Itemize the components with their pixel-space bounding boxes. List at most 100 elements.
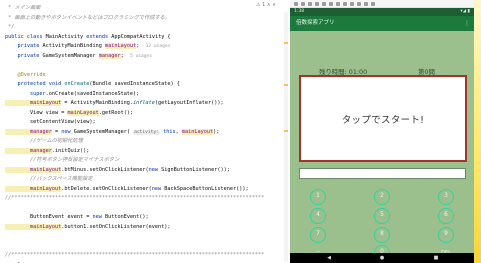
code-line: //**************************************… [5, 251, 264, 260]
code-token: onCreate [64, 81, 90, 87]
code-token: new [61, 128, 74, 135]
code-token: .getRoot(); [98, 109, 134, 116]
code-token: //**************************************… [5, 252, 265, 258]
key-5[interactable]: 5 [374, 208, 390, 224]
emulator-toolbar-icon[interactable] [301, 2, 305, 6]
code-token: this [159, 128, 176, 135]
game-area: 残り時間: 01:00 第0問 タップでスタート! 1 2 3 4 5 6 7 … [290, 31, 474, 261]
code-token: mainLayout [181, 128, 214, 135]
code-token: mainLayout [5, 223, 62, 230]
code-token: (getLayoutInflater()); [154, 100, 224, 106]
app-bar: 倍数探索アプリ ⋮ [290, 16, 474, 31]
code-line: mainLayout = ActivityMainBinding.inflate… [5, 99, 224, 108]
code-token: mainLayout [5, 185, 62, 192]
code-token: BackSpaceButtonListener()); [164, 185, 249, 192]
key-1[interactable]: 1 [310, 189, 326, 205]
emulator-toolbar-icon[interactable] [294, 2, 298, 6]
key-8[interactable]: 8 [374, 227, 390, 243]
scroll-marker [284, 130, 288, 132]
signal-battery-icon: ▾◢ ▮ [460, 9, 470, 14]
code-token: new [92, 214, 105, 220]
home-icon[interactable]: ● [376, 253, 388, 263]
scroll-marker [284, 84, 288, 86]
code-token: GameSystemManager [42, 52, 99, 59]
code-line: mainLayout.button1.setOnClickListener(ev… [5, 223, 171, 232]
emulator-toolbar-icon[interactable] [350, 2, 354, 6]
status-bar: 1:38 ▾◢ ▮ [290, 8, 474, 16]
code-token: manager [98, 52, 121, 59]
emulator-toolbar [290, 0, 481, 8]
code-token: 5 usages [129, 53, 153, 59]
code-token: // [5, 157, 37, 163]
code-line: */ [5, 23, 14, 32]
code-line: private GameSystemManager manager; 5 usa… [5, 52, 152, 61]
emulator-toolbar-icon[interactable] [357, 2, 361, 6]
code-line: * 画面上の動きやボタンイベントなどはプログラミングで作成する。 [5, 14, 170, 23]
emulator-toolbar-icon[interactable] [336, 2, 340, 6]
key-9[interactable]: 9 [438, 227, 454, 243]
code-token: ; [136, 43, 146, 49]
code-token: AppCompatActivity { [111, 33, 171, 40]
code-token: .btMinus.setOnClickListener( [61, 166, 149, 173]
key-2[interactable]: 2 [374, 189, 390, 205]
code-token: .initQuiz(); [51, 147, 90, 154]
phone-screen: 1:38 ▾◢ ▮ 倍数探索アプリ ⋮ 残り時間: 01:00 第0問 タップで… [290, 8, 474, 263]
code-line: * メイン画面 [5, 4, 40, 13]
code-token: activity: [133, 129, 160, 135]
code-line: mainLayout.btMinus.setOnClickListener(ne… [5, 166, 230, 175]
code-token: inflate [133, 100, 155, 106]
status-time: 1:38 [294, 9, 305, 14]
code-token: .button1.setOnClickListener(event); [61, 223, 171, 230]
code-token: public class [5, 33, 46, 40]
emulator-toolbar-icon[interactable] [343, 2, 347, 6]
start-prompt: タップでスタート! [341, 114, 425, 126]
start-panel[interactable]: タップでスタート! [299, 75, 467, 162]
emulator-toolbar-icon[interactable] [322, 2, 326, 6]
code-editor[interactable]: * メイン画面 * 画面上の動きやボタンイベントなどはプログラミングで作成する。… [0, 0, 290, 263]
code-token: manager [5, 147, 52, 154]
code-line: View view = mainLayout.getRoot(); [5, 109, 133, 118]
code-token: * [5, 5, 15, 11]
code-token: new [151, 185, 165, 192]
code-token: 画面上の動きやボタンイベントなどはプログラミングで作成する。 [14, 14, 171, 21]
app-title: 倍数探索アプリ [296, 20, 335, 26]
recents-icon[interactable]: ■ [430, 253, 442, 263]
overflow-menu-icon[interactable]: ⋮ [464, 16, 470, 31]
inspection-widget[interactable]: ⚠ 1 ∧ ∨ [256, 2, 290, 10]
answer-input[interactable] [299, 168, 466, 179]
code-token: private [5, 52, 43, 59]
code-token: @Override [5, 71, 46, 78]
emulator-toolbar-icon[interactable] [371, 2, 375, 6]
code-line: //符号ボタン押反設定マイナスボタン [5, 156, 119, 165]
emulator-toolbar-icon[interactable] [329, 2, 333, 6]
code-token: mainLayout [104, 43, 137, 49]
code-line: manager.initQuiz(); [5, 147, 89, 156]
code-token: setContentView(view); [5, 119, 96, 125]
code-token: mainLayout [67, 109, 99, 116]
key-7[interactable]: 7 [310, 227, 326, 243]
emulator-toolbar-icon[interactable] [308, 2, 312, 6]
code-line: //ゲームの初期化処理 [5, 137, 83, 146]
code-line: manager = new GameSystemManager( activit… [5, 128, 219, 137]
editor-scrollbar[interactable] [284, 12, 288, 262]
code-token: 符号ボタン押反設定マイナスボタン [36, 157, 120, 163]
emulator-toolbar-icon[interactable] [364, 2, 368, 6]
back-icon[interactable]: ◀ [323, 253, 335, 263]
code-token: MainActivity [45, 33, 87, 40]
key-3[interactable]: 3 [438, 189, 454, 205]
code-token: ButtonEvent(); [104, 214, 149, 220]
code-token: バックスペース機能設定 [36, 176, 93, 182]
code-token: super [5, 90, 46, 97]
code-token: ButtonEvent event = [5, 214, 93, 220]
code-token: SignButtonListener()); [161, 166, 230, 173]
code-token: GameSystemManager( [73, 128, 134, 135]
code-token: ; [120, 52, 130, 59]
code-line: //**************************************… [5, 194, 264, 203]
code-line: //バックスペース機能設定 [5, 175, 93, 184]
code-token: .onCreate(savedInstanceState); [45, 90, 140, 97]
emulator-toolbar-icon[interactable] [315, 2, 319, 6]
key-4[interactable]: 4 [310, 208, 326, 224]
navigation-bar: ◀ ● ■ [290, 253, 474, 263]
key-6[interactable]: 6 [438, 208, 454, 224]
code-token: = [51, 128, 62, 135]
